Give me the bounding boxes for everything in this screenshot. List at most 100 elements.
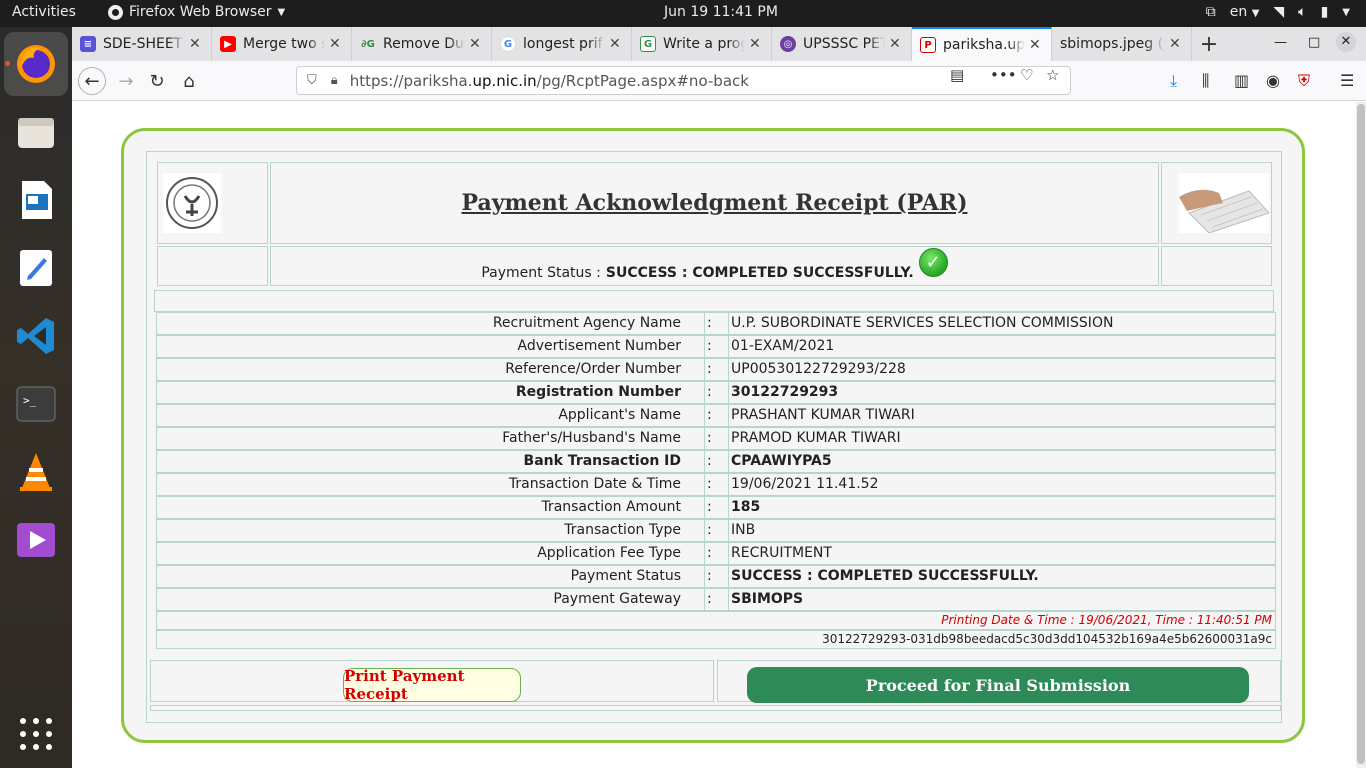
tab-title: longest prif	[523, 36, 603, 52]
field-value: RECRUITMENT	[729, 542, 1276, 565]
field-label: Applicant's Name	[156, 404, 705, 427]
hamburger-menu-icon[interactable]: ☰	[1340, 71, 1354, 90]
minimize-icon[interactable]: —	[1274, 35, 1287, 50]
receipt-card: Payment Acknowledgment Receipt (PAR) Pay…	[121, 128, 1305, 743]
close-tab-icon[interactable]: ✕	[609, 36, 623, 52]
field-label: Payment Status	[156, 565, 705, 588]
field-value: SBIMOPS	[729, 588, 1276, 611]
firefox-icon[interactable]	[13, 41, 59, 87]
field-value: 19/06/2021 11.41.52	[729, 473, 1276, 496]
table-row: Payment Status : SUCCESS : COMPLETED SUC…	[156, 565, 1276, 588]
close-tab-icon[interactable]: ✕	[469, 36, 483, 52]
system-tray: ⧉ en ▼ ◥ 🔈︎ ▮ ▼	[1206, 4, 1350, 20]
activities-button[interactable]: Activities	[12, 4, 76, 20]
page-actions-icon[interactable]: •••	[990, 66, 1017, 84]
page-title: Payment Acknowledgment Receipt (PAR)	[270, 162, 1159, 244]
tab[interactable]: ≡ SDE-SHEET ✕	[72, 27, 212, 61]
tab-title: UPSSSC PET	[803, 36, 885, 52]
browser-tab-bar: ≡ SDE-SHEET ✕ ▶ Merge two s ✕ ∂G Remove …	[72, 27, 1366, 61]
field-label: Payment Gateway	[156, 588, 705, 611]
tab[interactable]: sbimops.jpeg (J ✕	[1052, 27, 1192, 61]
field-colon: :	[705, 358, 729, 381]
table-row: Registration Number : 30122729293	[156, 381, 1276, 404]
field-colon: :	[705, 450, 729, 473]
account-icon[interactable]: ◉	[1266, 71, 1280, 90]
field-value: INB	[729, 519, 1276, 542]
field-label: Father's/Husband's Name	[156, 427, 705, 450]
chevron-down-icon[interactable]: ▼	[1342, 7, 1350, 18]
tab-title: Merge two s	[243, 36, 325, 52]
scrollbar-thumb[interactable]	[1357, 104, 1365, 764]
wifi-icon[interactable]: ◥	[1273, 4, 1284, 20]
tab-active[interactable]: P pariksha.up ✕	[912, 27, 1052, 61]
home-icon[interactable]: ⌂	[175, 67, 203, 95]
field-value: 01-EXAM/2021	[729, 335, 1276, 358]
close-tab-icon[interactable]: ✕	[1029, 37, 1043, 53]
language-indicator[interactable]: en ▼	[1230, 4, 1260, 20]
field-value: UP00530122729293/228	[729, 358, 1276, 381]
reader-view-icon[interactable]: ▤	[950, 66, 964, 84]
upsssc-favicon-icon: ◎	[780, 36, 796, 52]
libreoffice-impress-icon[interactable]	[13, 177, 59, 223]
tab[interactable]: G longest prif ✕	[492, 27, 632, 61]
battery-icon[interactable]: ▮	[1321, 4, 1329, 20]
print-receipt-button[interactable]: Print Payment Receipt	[343, 667, 521, 703]
field-label: Bank Transaction ID	[156, 450, 705, 473]
library-icon[interactable]: ⫼	[1202, 71, 1209, 91]
video-player-icon[interactable]	[13, 517, 59, 563]
tab[interactable]: ◎ UPSSSC PET ✕	[772, 27, 912, 61]
close-tab-icon[interactable]: ✕	[329, 36, 343, 52]
back-arrow-icon[interactable]: ←	[78, 67, 106, 95]
tab-title: SDE-SHEET	[103, 36, 183, 52]
maximize-icon[interactable]: □	[1308, 35, 1320, 50]
bookmark-star-icon[interactable]: ☆	[1046, 66, 1059, 84]
field-value: PRAMOD KUMAR TIWARI	[729, 427, 1276, 450]
pariksha-favicon-icon: P	[920, 37, 936, 53]
reload-icon[interactable]: ↻	[143, 67, 171, 95]
field-label: Recruitment Agency Name	[156, 312, 705, 335]
tracking-shield-icon[interactable]: ⛉	[307, 73, 317, 88]
field-value: CPAAWIYPA5	[729, 450, 1276, 473]
downloads-icon[interactable]: ⤓	[1170, 71, 1177, 91]
new-tab-icon[interactable]: +	[1192, 27, 1226, 61]
close-tab-icon[interactable]: ✕	[889, 36, 903, 52]
youtube-favicon-icon: ▶	[220, 36, 236, 52]
field-colon: :	[705, 565, 729, 588]
sidebar-icon[interactable]: ▥	[1234, 71, 1249, 90]
field-colon: :	[705, 381, 729, 404]
table-row: Father's/Husband's Name : PRAMOD KUMAR T…	[156, 427, 1276, 450]
field-colon: :	[705, 588, 729, 611]
google-favicon-icon: G	[500, 36, 516, 52]
text-editor-icon[interactable]	[13, 245, 59, 291]
close-window-icon[interactable]: ✕	[1336, 32, 1356, 52]
vscode-icon[interactable]	[13, 313, 59, 359]
table-row: Advertisement Number : 01-EXAM/2021	[156, 335, 1276, 358]
vlc-icon[interactable]	[13, 449, 59, 495]
app-menu[interactable]: Firefox Web Browser ▼	[108, 4, 285, 20]
page-content: Payment Acknowledgment Receipt (PAR) Pay…	[72, 102, 1356, 768]
table-row: Payment Gateway : SBIMOPS	[156, 588, 1276, 611]
app-menu-label: Firefox Web Browser	[129, 4, 272, 20]
keyboard-image-cell	[1161, 162, 1272, 244]
forward-arrow-icon[interactable]: →	[112, 67, 140, 95]
tab[interactable]: G Write a prog ✕	[632, 27, 772, 61]
close-tab-icon[interactable]: ✕	[749, 36, 763, 52]
close-tab-icon[interactable]: ✕	[189, 36, 203, 52]
volume-icon[interactable]: 🔈︎	[1298, 4, 1306, 20]
table-row: Transaction Amount : 185	[156, 496, 1276, 519]
tab[interactable]: ▶ Merge two s ✕	[212, 27, 352, 61]
extension-shield-icon[interactable]: ⛨	[1298, 71, 1310, 91]
pocket-icon[interactable]: ♡	[1020, 66, 1033, 84]
clock[interactable]: Jun 19 11:41 PM	[664, 4, 778, 20]
show-applications-icon[interactable]	[13, 711, 59, 757]
terminal-icon[interactable]: >_	[13, 381, 59, 427]
files-icon[interactable]	[13, 109, 59, 155]
tab[interactable]: ∂G Remove Dup ✕	[352, 27, 492, 61]
lock-icon[interactable]: 🔒︎	[331, 73, 338, 88]
final-submission-button[interactable]: Proceed for Final Submission	[747, 667, 1249, 703]
close-tab-icon[interactable]: ✕	[1169, 36, 1183, 52]
screen-share-icon[interactable]: ⧉	[1206, 4, 1216, 20]
field-colon: :	[705, 519, 729, 542]
table-row: Reference/Order Number : UP0053012272929…	[156, 358, 1276, 381]
tab-title: Write a prog	[663, 36, 745, 52]
